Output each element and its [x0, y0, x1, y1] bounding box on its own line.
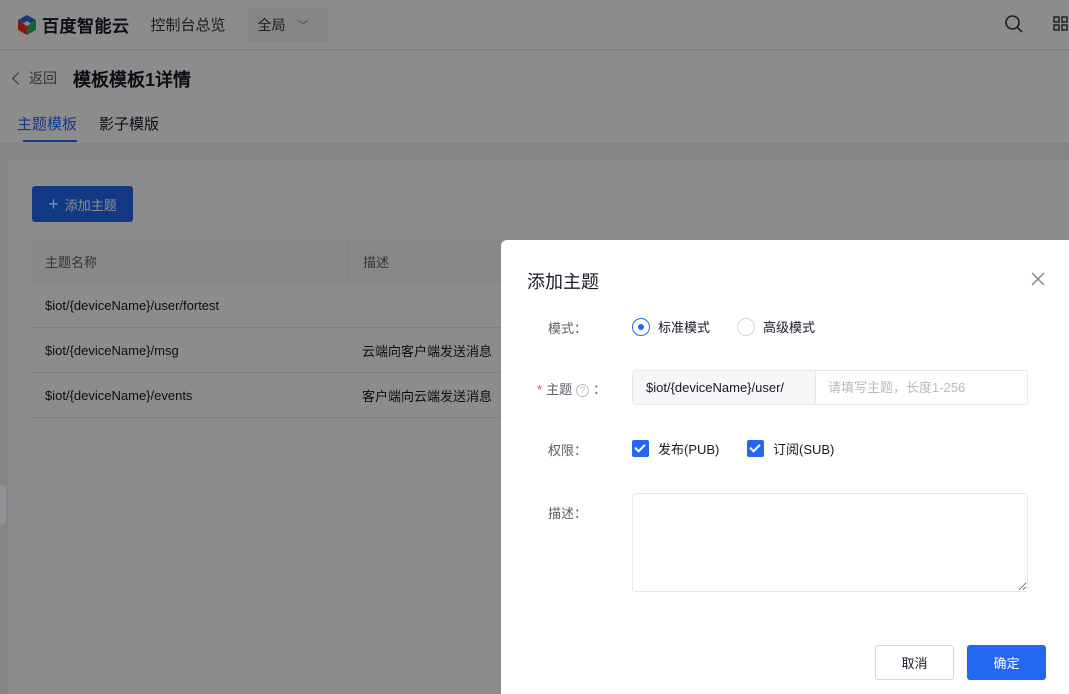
topic-label: * 主题?：	[537, 379, 606, 398]
add-topic-dialog: 添加主题 模式： 标准模式 高级模式 * 主题?： $iot/{deviceNam…	[501, 240, 1069, 694]
radio-advanced-mode[interactable]: 高级模式	[737, 317, 815, 336]
permission-label: 权限：	[548, 443, 588, 458]
radio-standard-mode[interactable]: 标准模式	[632, 317, 710, 336]
radio-label: 高级模式	[763, 320, 816, 335]
checkbox-label: 发布(PUB)	[658, 442, 720, 457]
topic-label-text: 主题	[546, 382, 573, 397]
topic-label-colon: ：	[593, 382, 607, 397]
topic-input[interactable]	[816, 371, 1027, 404]
cancel-button[interactable]: 取消	[875, 645, 954, 680]
topic-prefix: $iot/{deviceName}/user/	[633, 371, 816, 404]
description-textarea[interactable]	[632, 493, 1028, 592]
mode-label: 模式：	[548, 321, 588, 336]
topic-input-group: $iot/{deviceName}/user/	[632, 370, 1028, 405]
checkbox-label: 订阅(SUB)	[773, 442, 835, 457]
description-label: 描述：	[548, 506, 588, 521]
help-circle-icon[interactable]: ?	[576, 384, 590, 397]
radio-label: 标准模式	[658, 320, 711, 335]
side-panel-handle[interactable]	[0, 485, 6, 525]
confirm-button[interactable]: 确定	[967, 645, 1046, 680]
checkbox-subscribe[interactable]: 订阅(SUB)	[747, 439, 834, 458]
checkbox-box	[747, 440, 764, 457]
radio-circle	[737, 317, 755, 336]
dialog-title: 添加主题	[527, 272, 599, 292]
checkbox-publish[interactable]: 发布(PUB)	[632, 439, 719, 458]
checkbox-box	[632, 440, 649, 457]
radio-circle	[632, 317, 650, 336]
required-asterisk: *	[537, 382, 543, 397]
close-icon[interactable]	[1030, 271, 1046, 287]
